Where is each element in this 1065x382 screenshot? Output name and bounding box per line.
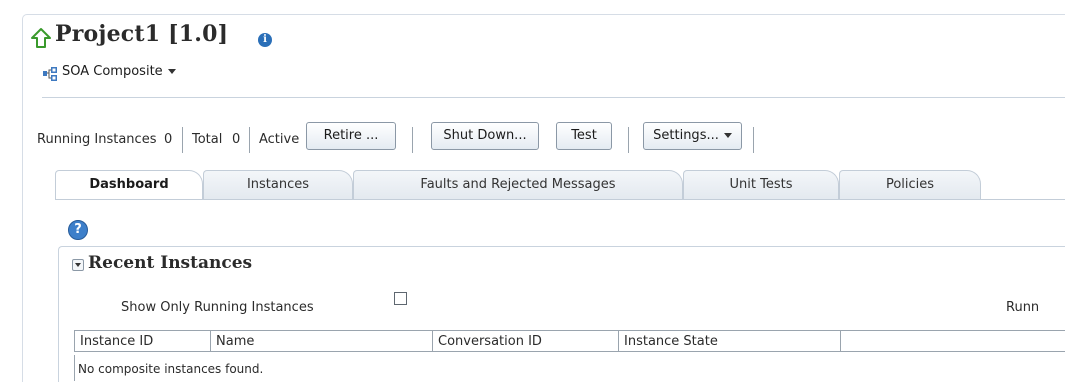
recent-instances-title: Recent Instances	[88, 253, 253, 273]
show-only-running-checkbox[interactable]	[394, 292, 407, 305]
show-only-running-label: Show Only Running Instances	[121, 300, 314, 315]
running-instances-value: 0	[164, 132, 173, 147]
tab-baseline	[55, 199, 1065, 200]
running-filter-label: Runn	[1006, 300, 1040, 315]
soa-composite-menu[interactable]: SOA Composite	[62, 64, 176, 79]
info-icon[interactable]: i	[258, 33, 272, 47]
settings-button[interactable]: Settings...	[643, 122, 742, 150]
toolbar-separator	[628, 127, 629, 153]
tab-instances[interactable]: Instances	[203, 170, 353, 200]
retire-button[interactable]: Retire ...	[306, 122, 396, 150]
chevron-down-icon	[167, 69, 176, 74]
settings-button-label: Settings...	[653, 128, 719, 143]
active-status: Active	[259, 132, 300, 147]
page-title: Project1 [1.0]	[55, 21, 229, 47]
column-header-instance-id[interactable]: Instance ID	[75, 331, 211, 351]
tab-policies[interactable]: Policies	[839, 170, 981, 200]
column-header-instance-state[interactable]: Instance State	[619, 331, 841, 351]
collapse-toggle-icon[interactable]	[72, 259, 84, 271]
soa-composite-icon	[43, 67, 57, 81]
chevron-down-icon	[723, 133, 732, 138]
tab-dashboard[interactable]: Dashboard	[55, 170, 203, 200]
tab-unit-tests[interactable]: Unit Tests	[683, 170, 839, 200]
home-icon[interactable]	[30, 27, 52, 49]
help-icon[interactable]: ?	[68, 220, 88, 240]
column-header-name[interactable]: Name	[211, 331, 433, 351]
instances-table-header: Instance ID Name Conversation ID Instanc…	[74, 330, 1065, 352]
running-instances-label: Running Instances	[37, 132, 157, 147]
toolbar-separator	[412, 127, 413, 153]
column-header-conversation-id[interactable]: Conversation ID	[433, 331, 619, 351]
toolbar-separator	[182, 127, 183, 153]
shut-down-button[interactable]: Shut Down...	[431, 122, 539, 150]
toolbar-separator	[753, 127, 754, 153]
tab-bar: Dashboard Instances Faults and Rejected …	[55, 170, 1065, 200]
total-value: 0	[232, 132, 241, 147]
soa-composite-label: SOA Composite	[62, 64, 163, 79]
test-button[interactable]: Test	[556, 122, 612, 150]
header-divider	[42, 97, 1065, 98]
toolbar-separator	[249, 127, 250, 153]
empty-table-message: No composite instances found.	[78, 362, 264, 376]
tab-faults-and-rejected-messages[interactable]: Faults and Rejected Messages	[353, 170, 683, 200]
total-label: Total	[192, 132, 223, 147]
